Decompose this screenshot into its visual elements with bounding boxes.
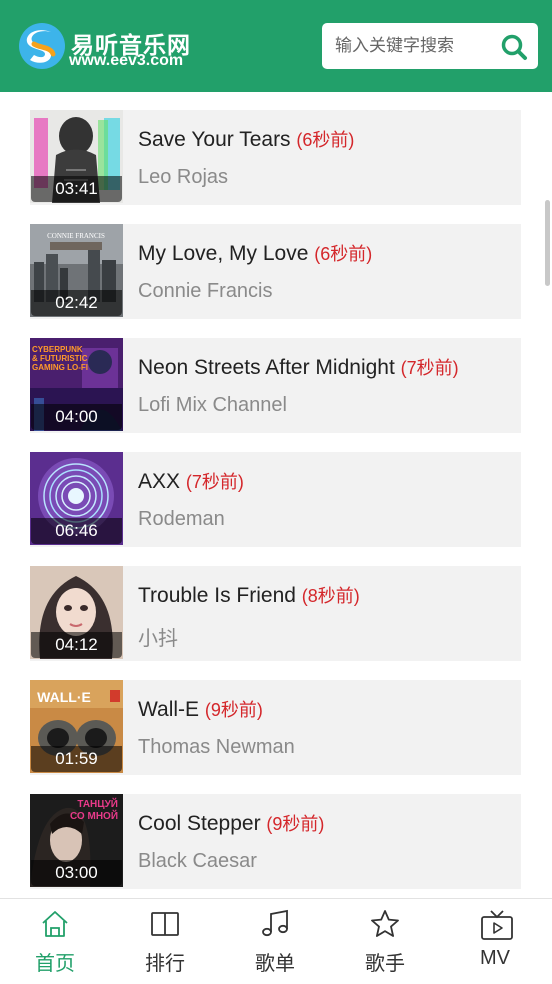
song-cover[interactable]: CONNIE FRANCIS 02:42: [30, 224, 123, 317]
song-artist[interactable]: Lofi Mix Channel: [138, 394, 287, 417]
star-icon: [371, 910, 399, 937]
cover-text: ТАНЦУЙ: [77, 797, 118, 810]
song-title[interactable]: AXX: [138, 470, 180, 493]
tab-label: 歌手: [365, 953, 405, 975]
song-cover[interactable]: WALL·E 01:59: [30, 680, 123, 773]
duration-badge: 02:42: [31, 290, 122, 316]
song-title[interactable]: Neon Streets After Midnight: [138, 356, 395, 379]
time-ago: (6秒前): [296, 130, 355, 150]
site-domain: www.eev3.com: [69, 52, 184, 69]
song-title[interactable]: Cool Stepper: [138, 812, 261, 835]
song-cover[interactable]: 04:12: [30, 566, 123, 659]
duration-badge: 01:59: [31, 746, 122, 772]
duration-badge: 03:00: [31, 860, 122, 886]
song-cover[interactable]: CYBERPUNK & FUTURISTIC GAMING LO-FI 04:0…: [30, 338, 123, 431]
cover-text: WALL·E: [37, 689, 91, 705]
scrollbar[interactable]: [545, 200, 550, 286]
duration-badge: 03:41: [31, 176, 122, 202]
search-icon[interactable]: [500, 33, 528, 61]
tab-singers[interactable]: 歌手: [330, 899, 440, 984]
song-list: 03:41 Save Your Tears (6秒前) Leo Rojas CO…: [8, 92, 544, 898]
song-title-line[interactable]: My Love, My Love (6秒前): [138, 240, 372, 266]
logo-icon[interactable]: [18, 22, 66, 70]
song-title[interactable]: Wall-E: [138, 698, 199, 721]
music-note-icon: [262, 909, 288, 937]
song-title-line[interactable]: Save Your Tears (6秒前): [138, 126, 354, 152]
tab-playlist[interactable]: 歌单: [220, 899, 330, 984]
song-cover[interactable]: 03:41: [30, 110, 123, 203]
song-title-line[interactable]: Cool Stepper (9秒前): [138, 810, 324, 836]
time-ago: (6秒前): [314, 244, 373, 264]
tv-play-icon: [481, 910, 513, 940]
song-title[interactable]: My Love, My Love: [138, 242, 308, 265]
song-artist[interactable]: Black Caesar: [138, 850, 257, 873]
cover-text: СО МНОЙ: [70, 809, 118, 822]
home-icon: [42, 911, 68, 937]
tab-ranking[interactable]: 排行: [110, 899, 220, 984]
tab-label: 首页: [35, 953, 75, 975]
cover-text: CONNIE FRANCIS: [47, 232, 105, 240]
cover-text: GAMING LO-FI: [32, 363, 88, 372]
song-cover[interactable]: 06:46: [30, 452, 123, 545]
duration-badge: 04:00: [31, 404, 122, 430]
song-item[interactable]: CONNIE FRANCIS 02:42 My Love, My Love (6…: [30, 224, 521, 319]
song-item[interactable]: CYBERPUNK & FUTURISTIC GAMING LO-FI 04:0…: [30, 338, 521, 433]
app-header: 易听音乐网 www.eev3.com: [0, 0, 552, 92]
duration-badge: 04:12: [31, 632, 122, 658]
song-item[interactable]: WALL·E 01:59 Wall-E (9秒前) Thomas Newman: [30, 680, 521, 775]
time-ago: (7秒前): [185, 472, 244, 492]
song-item[interactable]: 06:46 AXX (7秒前) Rodeman: [30, 452, 521, 547]
song-title[interactable]: Save Your Tears: [138, 128, 291, 151]
song-title[interactable]: Trouble Is Friend: [138, 584, 296, 607]
song-artist[interactable]: 小抖: [138, 622, 178, 651]
time-ago: (9秒前): [266, 814, 325, 834]
song-title-line[interactable]: Neon Streets After Midnight (7秒前): [138, 354, 459, 380]
book-icon: [151, 912, 179, 936]
song-item[interactable]: 04:12 Trouble Is Friend (8秒前) 小抖: [30, 566, 521, 661]
song-title-line[interactable]: Trouble Is Friend (8秒前): [138, 582, 360, 608]
tab-label: MV: [480, 947, 510, 969]
bottom-tab-bar: 首页 排行 歌单 歌手 MV: [0, 898, 552, 984]
time-ago: (7秒前): [400, 358, 459, 378]
tab-home[interactable]: 首页: [0, 899, 110, 984]
cover-text: CYBERPUNK: [32, 345, 83, 354]
song-artist[interactable]: Rodeman: [138, 508, 225, 531]
tab-mv[interactable]: MV: [440, 899, 550, 984]
time-ago: (9秒前): [204, 700, 263, 720]
tab-label: 排行: [145, 953, 185, 975]
cover-text: & FUTURISTIC: [32, 354, 88, 363]
tab-label: 歌单: [255, 953, 295, 975]
time-ago: (8秒前): [301, 586, 360, 606]
song-item[interactable]: 03:41 Save Your Tears (6秒前) Leo Rojas: [30, 110, 521, 205]
song-artist[interactable]: Thomas Newman: [138, 736, 295, 759]
duration-badge: 06:46: [31, 518, 122, 544]
song-title-line[interactable]: Wall-E (9秒前): [138, 696, 263, 722]
song-item[interactable]: ТАНЦУЙ СО МНОЙ 03:00 Cool Stepper (9秒前) …: [30, 794, 521, 889]
search-input[interactable]: [322, 23, 482, 69]
search-box: [322, 23, 538, 69]
song-title-line[interactable]: AXX (7秒前): [138, 468, 244, 494]
song-artist[interactable]: Connie Francis: [138, 280, 273, 303]
song-artist[interactable]: Leo Rojas: [138, 166, 228, 189]
song-cover[interactable]: ТАНЦУЙ СО МНОЙ 03:00: [30, 794, 123, 887]
